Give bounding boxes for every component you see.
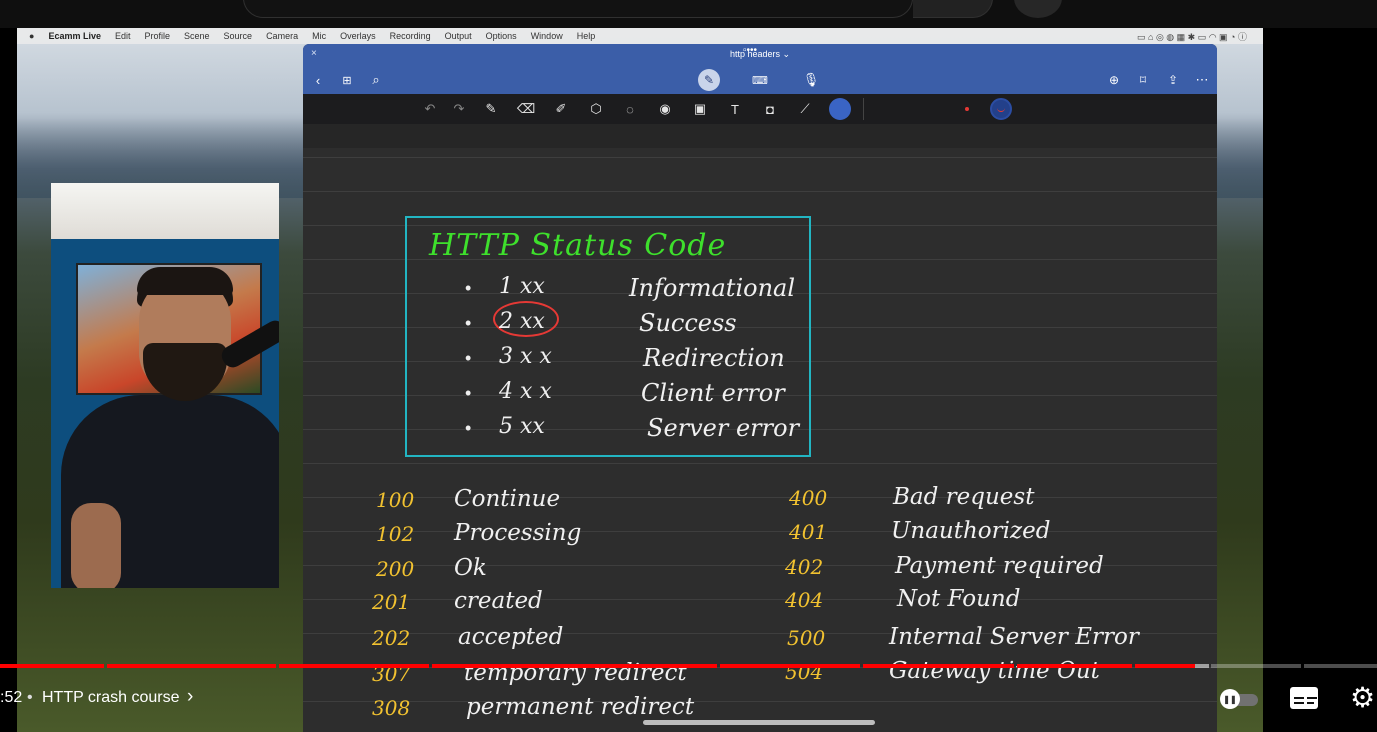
status-code-box: HTTP Status Code • 1 xx Informational • … xyxy=(405,216,811,457)
lasso-icon[interactable]: ◌ xyxy=(621,100,639,118)
image-icon[interactable]: ▣ xyxy=(691,100,709,118)
selection-icon[interactable] xyxy=(829,98,851,120)
gear-icon[interactable]: ⚙ xyxy=(1350,684,1377,712)
chapter-segment[interactable] xyxy=(863,664,1014,668)
camera-icon[interactable]: ◘ xyxy=(761,100,779,118)
eraser-icon[interactable]: ⌫ xyxy=(517,100,535,118)
category-row: • 1 xx Informational xyxy=(465,274,796,302)
menubar-item: Edit xyxy=(114,31,131,41)
color-picker[interactable] xyxy=(990,98,1012,120)
chapter-segment[interactable] xyxy=(1211,664,1301,668)
chapter-segment[interactable] xyxy=(279,664,429,668)
box-title: HTTP Status Code xyxy=(429,228,727,263)
new-page-icon[interactable]: ⊕ xyxy=(1105,72,1123,88)
search-icon[interactable]: ⌕ xyxy=(367,72,385,88)
drawing-toolbar: ↶ ↷ ✎ ⌫ ✐ ⬡ ◌ ◉ ▣ T ◘ ⟋ xyxy=(303,94,1217,124)
menubar-app-name: Ecamm Live xyxy=(48,31,101,41)
color-swatch-red[interactable] xyxy=(965,107,969,111)
chapter-segment[interactable] xyxy=(1017,664,1132,668)
grid-icon[interactable]: ⊞ xyxy=(338,72,356,88)
menubar-item: Options xyxy=(485,31,517,41)
menubar-item: Source xyxy=(223,31,253,41)
chapter-segment[interactable] xyxy=(720,664,860,668)
progress-bar[interactable] xyxy=(0,664,1377,668)
mic-icon[interactable]: 🎙 xyxy=(802,72,820,88)
menubar-status-icons: ▭ ⌂ ◎ ◍ ▦ ✱ ▭ ◠ ▣ ◔ ⓘ xyxy=(1137,31,1247,42)
menubar-item: Mic xyxy=(312,31,327,41)
chapter-separator: • xyxy=(27,689,33,706)
menubar-item: Profile xyxy=(144,31,170,41)
notes-top-toolbar: ‹ ⊞ ⌕ ✎ ⌨ 🎙 ⊕ ⌑ ⇪ ⋯ xyxy=(303,66,1217,94)
player-controls: :52 • HTTP crash course › ❚❚ ⚙ xyxy=(0,672,1377,732)
pen-mode-icon[interactable]: ✎ xyxy=(698,69,720,91)
notes-page[interactable]: HTTP Status Code • 1 xx Informational • … xyxy=(303,124,1217,732)
webcam-feed xyxy=(51,183,279,588)
bookmark-icon[interactable]: ⌑ xyxy=(1134,72,1152,88)
menubar-item: Overlays xyxy=(340,31,376,41)
menubar-item: Recording xyxy=(389,31,431,41)
more-icon[interactable]: ⋯ xyxy=(1193,72,1211,88)
pen-icon[interactable]: ✎ xyxy=(482,100,500,118)
window-handle-icon[interactable]: ▫••• xyxy=(743,45,757,56)
buffered-segment xyxy=(1195,664,1209,668)
notes-app-window: × http headers ⌄ ▫••• ‹ ⊞ ⌕ ✎ ⌨ 🎙 ⊕ ⌑ ⇪ … xyxy=(303,44,1217,732)
shapes-icon[interactable]: ⬡ xyxy=(587,100,605,118)
search-button[interactable] xyxy=(913,0,993,18)
menubar-item: Camera xyxy=(266,31,299,41)
text-icon[interactable]: T xyxy=(726,100,744,118)
window-titlebar: × http headers ⌄ ▫••• xyxy=(303,44,1217,66)
category-row: • 4 x x Client error xyxy=(465,379,785,407)
menubar-item: Output xyxy=(444,31,472,41)
category-row: • 2 xx Success xyxy=(407,301,813,341)
chapter-segment[interactable] xyxy=(432,664,717,668)
ruler-icon[interactable]: ⟋ xyxy=(796,100,814,118)
category-row: • 5 xx Server error xyxy=(465,414,800,442)
youtube-header xyxy=(0,0,1377,28)
menubar-item: Help xyxy=(576,31,596,41)
autoplay-toggle[interactable]: ❚❚ xyxy=(1220,689,1260,709)
share-icon[interactable]: ⇪ xyxy=(1164,72,1182,88)
menubar-item: Window xyxy=(530,31,563,41)
menubar-item: Scene xyxy=(184,31,210,41)
chapter-segment[interactable] xyxy=(107,664,276,668)
pause-icon: ❚❚ xyxy=(1220,689,1240,709)
laser-icon[interactable]: ◉ xyxy=(656,100,674,118)
chapter-title[interactable]: HTTP crash course xyxy=(42,689,180,707)
apple-icon: ● xyxy=(29,31,35,41)
search-input[interactable] xyxy=(243,0,913,18)
subtitles-icon[interactable] xyxy=(1290,687,1318,709)
mac-menubar: ● Ecamm Live Edit Profile Scene Source C… xyxy=(17,28,1263,44)
redo-icon[interactable]: ↷ xyxy=(450,100,468,118)
video-player[interactable]: ● Ecamm Live Edit Profile Scene Source C… xyxy=(0,28,1377,732)
chapter-segment[interactable] xyxy=(1304,664,1377,668)
undo-icon[interactable]: ↶ xyxy=(421,100,439,118)
chapter-segment[interactable] xyxy=(1135,664,1195,668)
chapter-segment[interactable] xyxy=(0,664,104,668)
category-row: • 3 x x Redirection xyxy=(465,344,785,372)
keyboard-icon[interactable]: ⌨ xyxy=(751,72,769,88)
voice-search-button[interactable] xyxy=(1014,0,1062,18)
back-icon[interactable]: ‹ xyxy=(309,72,327,88)
time-display: :52 xyxy=(0,689,23,706)
highlighter-icon[interactable]: ✐ xyxy=(552,100,570,118)
chevron-right-icon[interactable]: › xyxy=(187,686,193,708)
document-title[interactable]: http headers ⌄ xyxy=(303,49,1217,60)
